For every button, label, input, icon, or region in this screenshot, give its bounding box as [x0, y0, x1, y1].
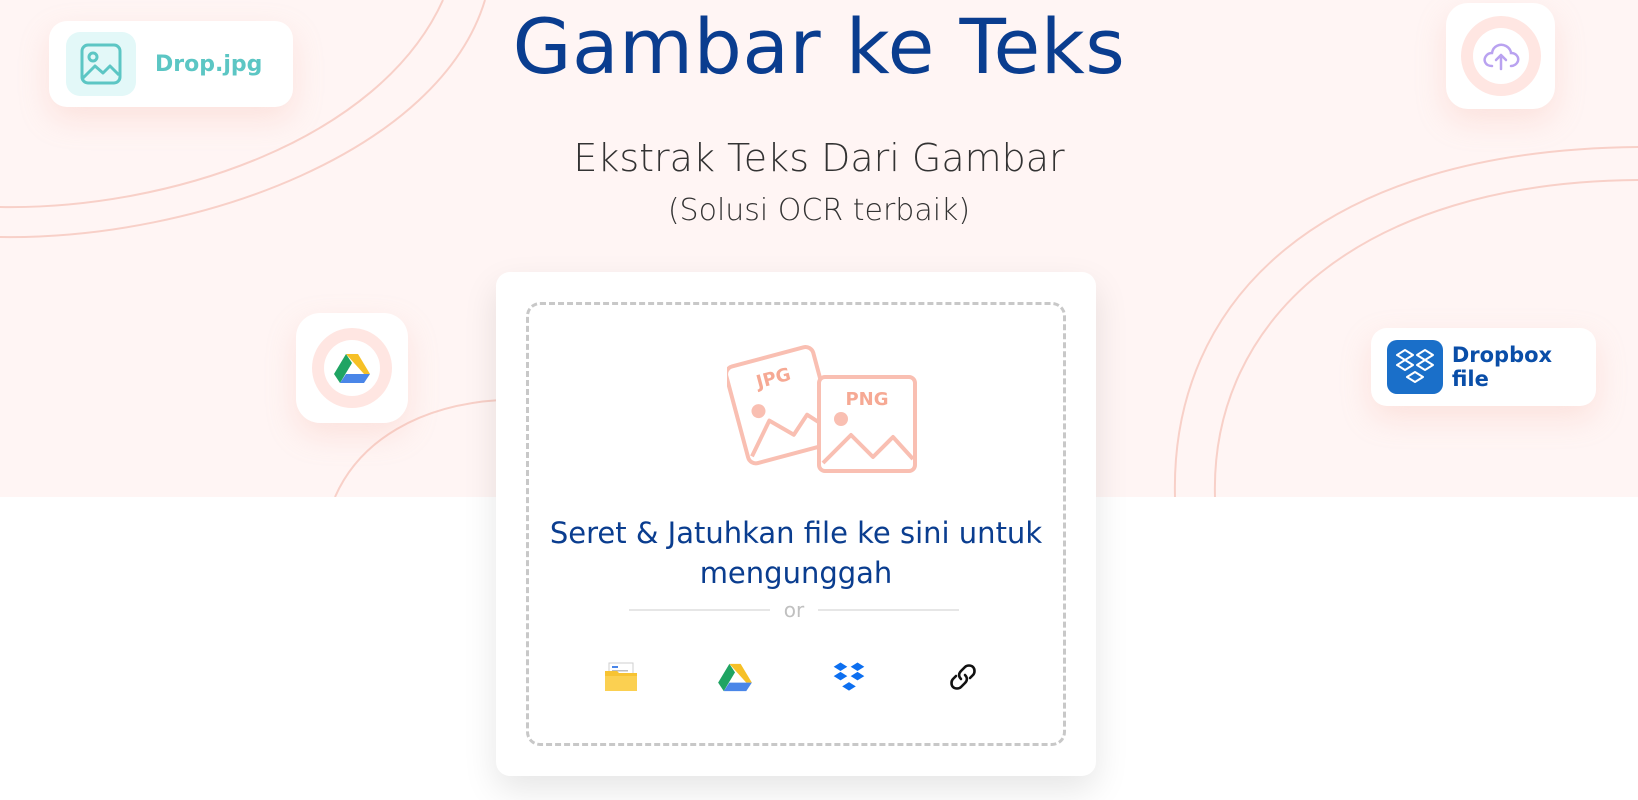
page: Gambar ke Teks Ekstrak Teks Dari Gambar …	[0, 0, 1638, 800]
upload-from-device-button[interactable]	[599, 655, 643, 699]
google-drive-icon	[718, 663, 752, 692]
image-icon	[66, 32, 136, 96]
link-icon	[950, 664, 976, 690]
drop-jpg-card: Drop.jpg	[49, 21, 293, 107]
upload-from-google-drive-button[interactable]	[713, 655, 757, 699]
cloud-upload-icon	[1472, 28, 1529, 84]
or-label: or	[783, 598, 805, 622]
drop-zone[interactable]: JPG PNG Seret & Jatuhkan file ke sini un…	[526, 302, 1066, 746]
upload-panel: JPG PNG Seret & Jatuhkan file ke sini un…	[496, 272, 1096, 776]
dropbox-icon	[833, 662, 865, 691]
dropbox-icon	[1387, 340, 1443, 394]
drop-jpg-label: Drop.jpg	[155, 51, 263, 77]
upload-from-url-button[interactable]	[941, 655, 985, 699]
png-tag: PNG	[845, 389, 888, 410]
google-drive-icon	[324, 340, 380, 396]
jpg-png-files-illustration: JPG PNG	[727, 345, 917, 473]
drop-instruction: Seret & Jatuhkan file ke sini untuk meng…	[549, 516, 1043, 590]
page-subtitle: Ekstrak Teks Dari Gambar	[573, 136, 1065, 180]
dropbox-file-card: Dropbox file	[1371, 328, 1596, 406]
divider-line-right	[818, 609, 959, 611]
google-drive-card	[296, 313, 408, 423]
page-subtitle-secondary: (Solusi OCR terbaik)	[667, 193, 971, 228]
divider-line-left	[629, 609, 770, 611]
dropbox-file-label: Dropbox file	[1451, 343, 1553, 391]
cloud-upload-card	[1446, 3, 1555, 109]
upload-from-dropbox-button[interactable]	[827, 655, 871, 699]
or-divider: or	[629, 598, 959, 622]
folder-icon	[605, 662, 637, 691]
